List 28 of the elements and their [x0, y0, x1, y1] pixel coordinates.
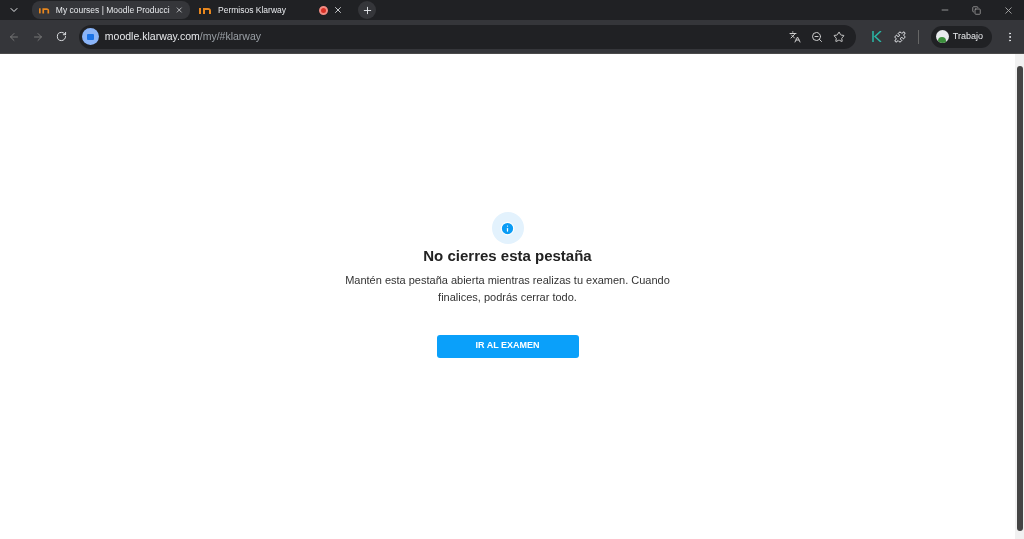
page-heading: No cierres esta pestaña — [423, 246, 592, 266]
site-logo-icon — [39, 5, 51, 15]
profile-button[interactable]: Trabajo — [930, 25, 993, 48]
url-host: moodle.klarway.com — [104, 29, 200, 42]
info-icon — [491, 212, 524, 244]
new-tab-button[interactable] — [358, 1, 376, 19]
page-message: Mantén esta pestaña abierta mientras realizas tu examen. Cuando finalices, podrás cerrar todo. — [344, 272, 671, 305]
avatar-icon — [935, 30, 949, 43]
extensions-icon[interactable] — [893, 30, 906, 43]
translate-icon[interactable] — [788, 30, 801, 43]
zoom-icon[interactable] — [810, 30, 823, 43]
tab-title: My courses | Moodle Producci — [55, 3, 170, 17]
address-bar[interactable]: moodle.klarway.com/my/#klarway — [78, 24, 856, 49]
url-path: /my/#klarway — [199, 29, 262, 42]
bookmark-icon[interactable] — [832, 30, 845, 43]
extension-icon[interactable] — [871, 31, 882, 42]
close-icon[interactable] — [333, 5, 343, 15]
site-logo-icon — [199, 5, 213, 15]
restore-icon[interactable] — [972, 5, 981, 15]
reload-icon[interactable] — [55, 31, 67, 42]
plus-icon — [361, 4, 373, 16]
scrollbar[interactable] — [1015, 54, 1024, 539]
browser-tab[interactable]: Permisos Klarway — [192, 1, 350, 19]
browser-tab[interactable]: My courses | Moodle Producci — [32, 1, 190, 19]
close-icon[interactable] — [1003, 4, 1014, 16]
site-info-icon[interactable] — [81, 28, 99, 45]
tab-title: Permisos Klarway — [218, 3, 288, 17]
close-icon[interactable] — [174, 5, 183, 15]
